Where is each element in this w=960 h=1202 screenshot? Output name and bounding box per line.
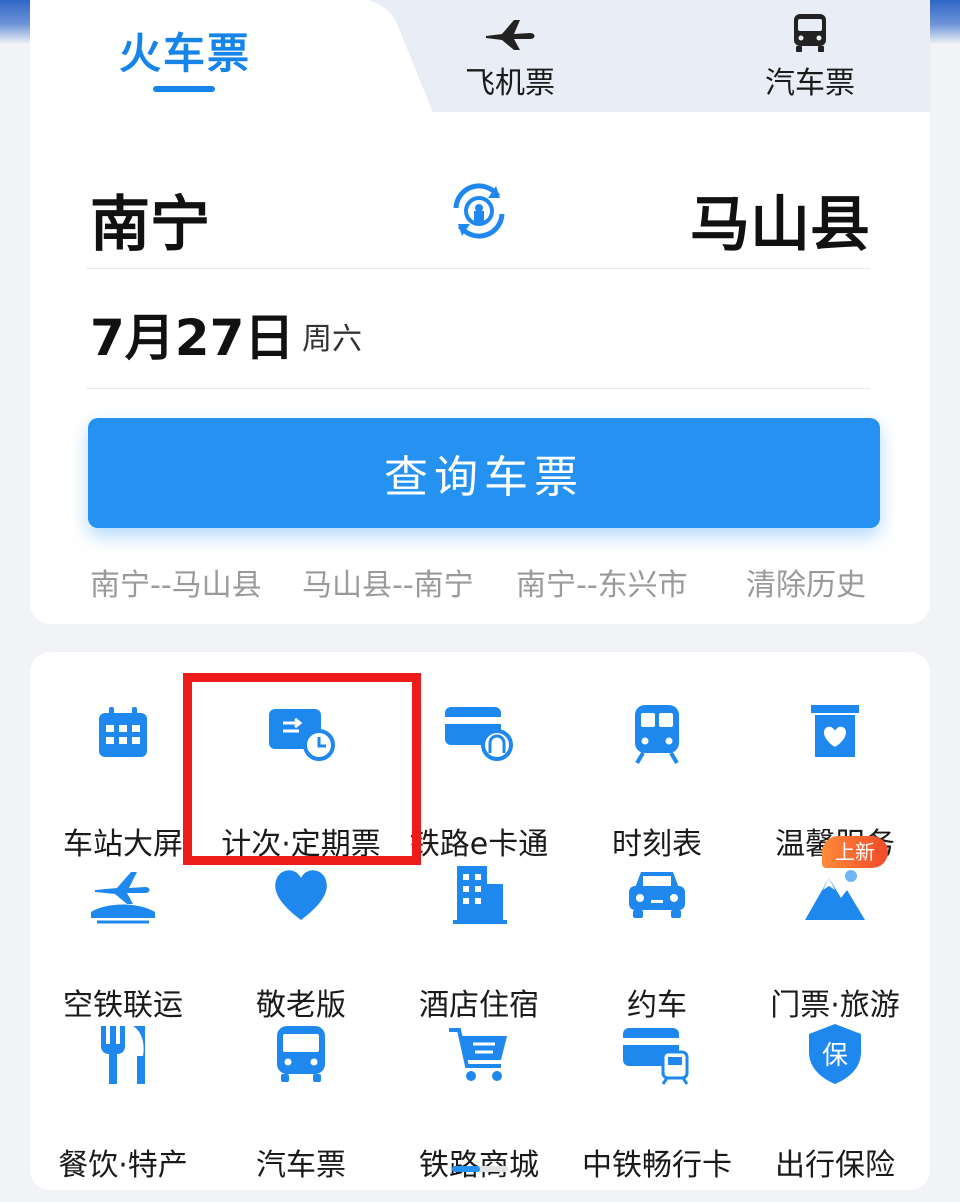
service-label: 中铁畅行卡 <box>582 1148 732 1183</box>
service-hotel[interactable]: 酒店住宿 <box>389 858 569 1023</box>
service-elderly-mode[interactable]: 敬老版 <box>211 858 391 1023</box>
mountain-icon <box>799 858 871 930</box>
service-china-rail-pass[interactable]: 中铁畅行卡 <box>567 1018 747 1183</box>
departure-city[interactable]: 南宁 <box>90 176 210 263</box>
clear-history-button[interactable]: 清除历史 <box>746 560 866 604</box>
service-label: 铁路商城 <box>379 1140 579 1184</box>
new-badge: 上新 <box>822 836 888 868</box>
svg-text:保: 保 <box>822 1041 848 1071</box>
bus-icon <box>794 14 826 52</box>
history-item-3[interactable]: 南宁--东兴市 <box>516 560 688 604</box>
service-travel-insurance[interactable]: 保 出行保险 <box>745 1018 925 1183</box>
service-label: 汽车票 <box>256 1148 346 1183</box>
service-timetable[interactable]: 时刻表 <box>567 697 747 862</box>
car-icon <box>621 858 693 930</box>
rail-card-icon <box>443 697 515 769</box>
service-warm-service[interactable]: 温馨服务 <box>745 697 925 862</box>
departure-date[interactable]: 7月27日 <box>90 298 294 370</box>
booking-card: 火车票 飞机票 汽车票 南宁 马山县 7月27日 周六 查询车票 南宁--马山县… <box>30 0 930 624</box>
highlight-annotation-box <box>183 673 421 865</box>
tab-bus-label: 汽车票 <box>765 66 855 101</box>
history-item-1[interactable]: 南宁--马山县 <box>90 560 262 604</box>
service-ride-hailing[interactable]: 约车 <box>567 858 747 1023</box>
page-indicator-active <box>452 1166 480 1172</box>
departure-weekday: 周六 <box>302 322 362 357</box>
hotel-icon <box>443 858 515 930</box>
service-food-specialty[interactable]: 餐饮·特产 <box>33 1018 213 1183</box>
service-rail-mall[interactable]: 铁路商城 <box>389 1018 569 1183</box>
arrival-city[interactable]: 马山县 <box>690 176 870 263</box>
swap-circle-icon[interactable] <box>446 178 512 244</box>
tab-bus-ticket[interactable]: 汽车票 <box>710 0 910 112</box>
calendar-icon <box>87 697 159 769</box>
service-label: 出行保险 <box>775 1148 895 1183</box>
service-tickets-tourism[interactable]: 门票·旅游 <box>745 858 925 1023</box>
divider-route <box>86 268 870 269</box>
active-tab-underline <box>153 86 215 92</box>
card-train-icon <box>621 1018 693 1090</box>
search-tickets-button[interactable]: 查询车票 <box>88 418 880 528</box>
bus-icon <box>265 1018 337 1090</box>
tab-train-label: 火车票 <box>118 29 251 78</box>
train-front-icon <box>621 697 693 769</box>
heart-bag-icon <box>799 697 871 769</box>
tab-train-ticket[interactable]: 火车票 <box>90 0 280 112</box>
shield-insurance-icon: 保 <box>799 1018 871 1090</box>
tab-flight-label: 飞机票 <box>465 66 555 101</box>
cart-icon <box>443 1018 515 1090</box>
page-indicator <box>452 1166 508 1172</box>
service-bus-ticket[interactable]: 汽车票 <box>211 1018 391 1183</box>
service-air-rail[interactable]: 空铁联运 <box>33 858 213 1023</box>
service-label: 时刻表 <box>612 827 702 862</box>
service-label: 餐饮·特产 <box>58 1148 188 1183</box>
airplane-icon <box>486 20 535 50</box>
divider-date <box>86 388 870 389</box>
tab-flight-ticket[interactable]: 飞机票 <box>410 0 610 112</box>
cutlery-icon <box>87 1018 159 1090</box>
history-item-2[interactable]: 马山县--南宁 <box>302 560 474 604</box>
plane-train-icon <box>87 858 159 930</box>
heart-icon <box>265 858 337 930</box>
